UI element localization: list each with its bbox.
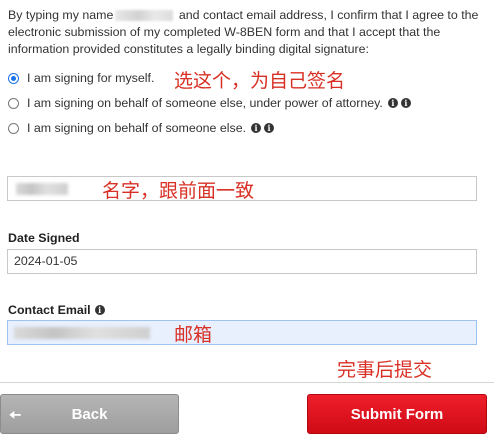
radio-label-myself: I am signing for myself.	[27, 71, 155, 85]
radio-button[interactable]	[8, 122, 19, 134]
radio-signing-someone-else[interactable]: I am signing on behalf of someone else.	[8, 120, 275, 136]
annotation-choose-self: 选这个，为自己签名	[174, 70, 346, 92]
w8ben-signature-page: By typing my name and contact email addr…	[0, 0, 494, 442]
back-button[interactable]: 🠤 Back	[0, 394, 179, 434]
consent-text-before: By typing my name	[8, 8, 114, 22]
back-button-label: Back	[71, 405, 108, 423]
radio-button[interactable]	[8, 97, 19, 109]
info-icon[interactable]	[264, 123, 275, 133]
radio-button-selected[interactable]	[8, 72, 19, 84]
info-icon[interactable]	[387, 98, 398, 108]
info-icon[interactable]	[400, 98, 411, 108]
consent-statement: By typing my name and contact email addr…	[8, 7, 486, 58]
annotation-email-note: 邮箱	[174, 324, 213, 346]
date-signed-input[interactable]: 2024-01-05	[7, 249, 477, 274]
radio-signing-power-of-attorney[interactable]: I am signing on behalf of someone else, …	[8, 95, 411, 111]
arrow-left-icon: 🠤	[9, 407, 22, 424]
radio-label-power-of-attorney: I am signing on behalf of someone else, …	[27, 96, 383, 110]
redacted-name	[115, 10, 174, 22]
redacted-name-value	[16, 183, 68, 195]
date-signed-label: Date Signed	[8, 231, 80, 245]
radio-label-someone-else: I am signing on behalf of someone else.	[27, 121, 247, 135]
redacted-email-value	[14, 327, 150, 339]
contact-email-label-text: Contact Email	[8, 303, 91, 317]
info-icon[interactable]	[251, 123, 262, 133]
annotation-submit-note: 完事后提交	[337, 359, 433, 381]
radio-signing-for-myself[interactable]: I am signing for myself.	[8, 70, 154, 86]
contact-email-label: Contact Email	[8, 303, 105, 317]
footer-divider	[0, 382, 494, 383]
annotation-name-note: 名字，跟前面一致	[102, 180, 255, 202]
submit-button-label: Submit Form	[350, 405, 444, 423]
info-icon[interactable]	[94, 305, 105, 315]
contact-email-input[interactable]	[7, 320, 477, 345]
submit-form-button[interactable]: Submit Form	[307, 394, 487, 434]
